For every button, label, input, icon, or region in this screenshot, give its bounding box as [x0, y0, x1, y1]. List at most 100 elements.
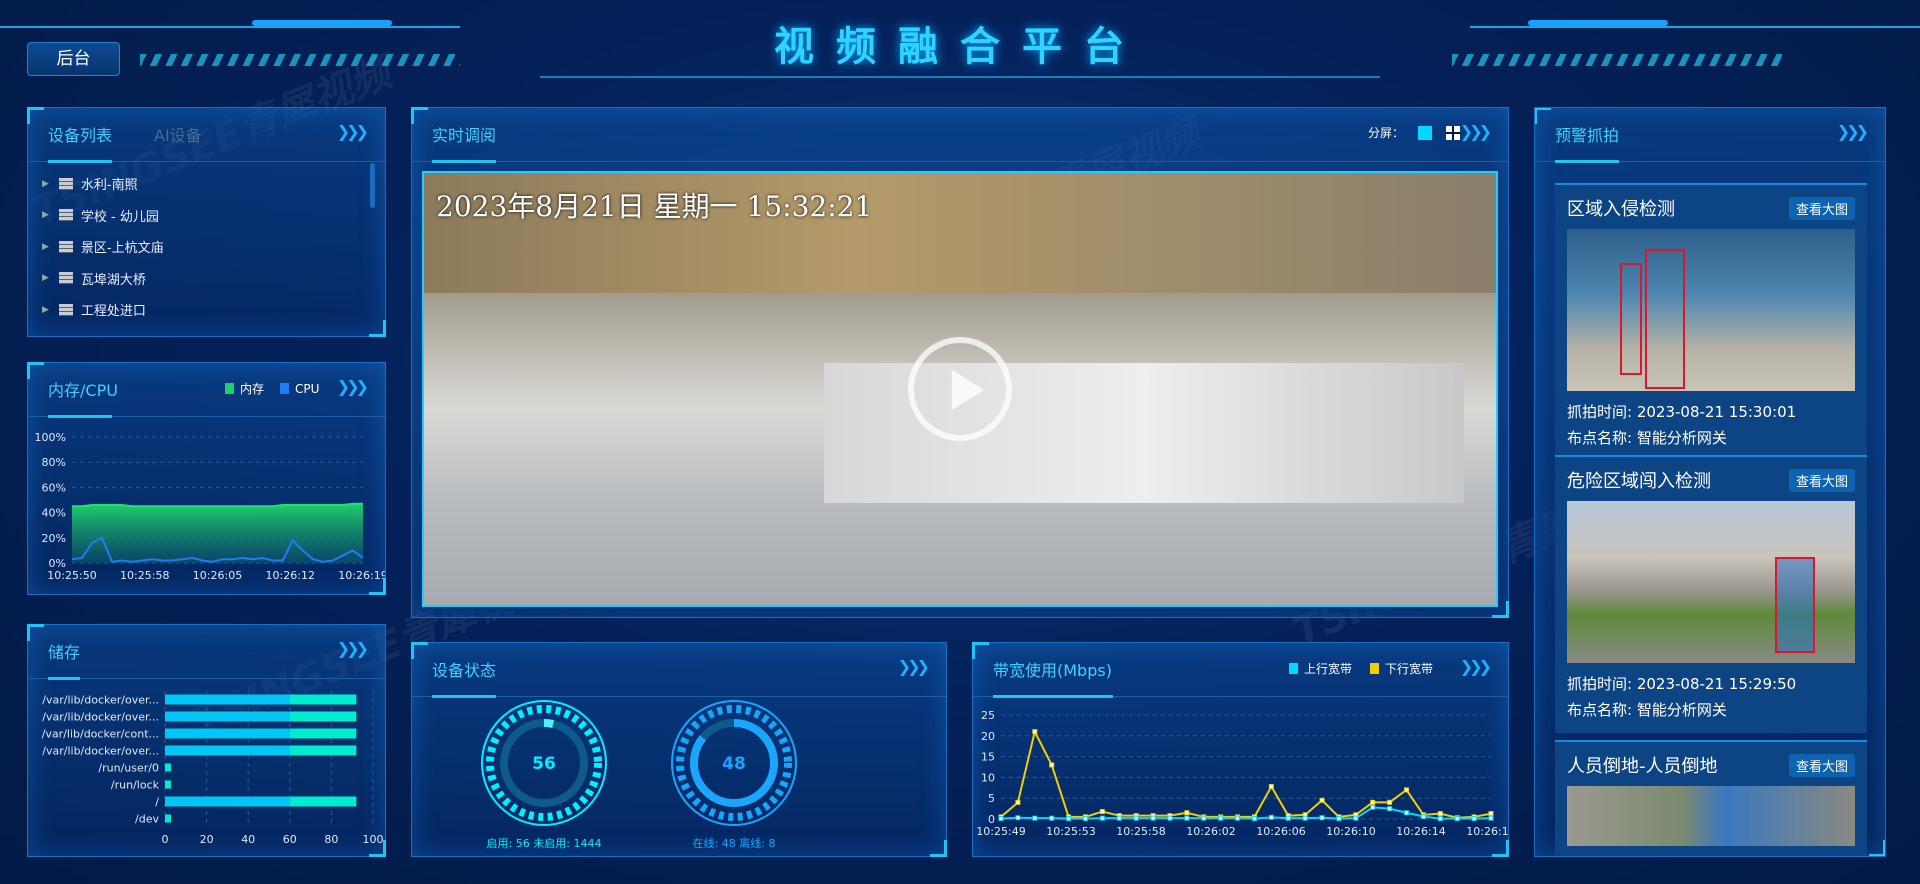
- y-tick-label: 15: [981, 751, 995, 764]
- expand-arrow-icon[interactable]: ▶: [42, 242, 49, 252]
- storage-bar: [165, 711, 290, 722]
- capture-time: 抓拍时间: 2023-08-21 15:29:50: [1567, 671, 1855, 697]
- panel-title: 设备状态: [432, 661, 497, 680]
- play-icon[interactable]: [908, 337, 1012, 441]
- chevron-right-icon: ❯❯❯: [1836, 122, 1869, 141]
- alert-snapshot[interactable]: [1567, 786, 1855, 846]
- legend-down: 下行宽带: [1385, 662, 1434, 676]
- gauge-value: 48: [722, 754, 746, 774]
- device-tree-item[interactable]: ▶ 工程处进口: [42, 294, 371, 326]
- capture-site-value: 智能分析网关: [1636, 429, 1727, 447]
- data-point: [998, 816, 1004, 822]
- live-view-panel: 实时调阅 分屏： ❯❯❯ 2023年8月21日 星期一 15:32:21: [411, 107, 1509, 618]
- x-tick-label: 10:25:58: [120, 569, 169, 582]
- tab-underline: [48, 160, 112, 163]
- memory-cpu-panel: 内存/CPU 内存 CPU ❯❯❯ 0% 20% 40% 60% 80% 100% 10:2…: [27, 362, 386, 595]
- single-screen-icon[interactable]: [1418, 125, 1432, 140]
- x-tick-label: 10:26:12: [266, 569, 315, 582]
- legend-up: 上行宽带: [1304, 662, 1353, 676]
- expand-arrow-icon[interactable]: ▶: [42, 210, 49, 220]
- alert-snapshot[interactable]: [1567, 229, 1855, 391]
- expand-arrow-icon[interactable]: ▶: [42, 273, 49, 283]
- y-tick-label: 60%: [42, 481, 66, 494]
- view-large-button[interactable]: 查看大图: [1788, 754, 1855, 777]
- server-icon: [58, 240, 73, 253]
- data-point: [1066, 816, 1072, 822]
- detection-box: [1775, 557, 1815, 653]
- panel-title: 预警抓拍: [1555, 126, 1620, 145]
- panel-title: 储存: [48, 643, 81, 662]
- storage-chart: 0 20 40 60 80 100/var/lib/docker/over... /var/…: [42, 691, 384, 846]
- video-player[interactable]: 2023年8月21日 星期一 15:32:21: [422, 171, 1498, 607]
- legend-memory: 内存: [240, 382, 265, 396]
- capture-time-value: 2023-08-21 15:30:01: [1636, 403, 1797, 421]
- legend: 内存 CPU: [225, 380, 319, 397]
- expand-arrow-icon[interactable]: ▶: [42, 305, 49, 315]
- expand-arrow-icon[interactable]: ▶: [42, 179, 49, 189]
- x-tick-label: 10:25:50: [47, 569, 96, 582]
- x-tick-label: 10:25:53: [1046, 825, 1095, 838]
- tab-ai-device[interactable]: AI设备: [154, 122, 202, 146]
- scrollbar[interactable]: [370, 163, 375, 208]
- device-status-panel: 设备状态 ❯❯❯ 56 启用: 56 未启用: 1444 48 在线: 48 离线: 8: [411, 642, 947, 857]
- data-point: [1268, 814, 1274, 820]
- storage-bar-segment: [289, 796, 357, 807]
- y-tick-label: 80%: [42, 456, 66, 469]
- y-tick-label: 10: [981, 771, 995, 784]
- tab-device-list[interactable]: 设备列表: [48, 122, 112, 146]
- gauge-value: 56: [532, 754, 556, 774]
- x-tick-label: 10:26:10: [1326, 825, 1375, 838]
- device-tree-item[interactable]: ▶ 水利-南照: [42, 168, 371, 200]
- alert-capture-panel: 预警抓拍 ❯❯❯ 区域入侵检测 查看大图 抓拍时间: 2023-08-21 15:…: [1534, 107, 1886, 857]
- x-tick-label: 20: [200, 833, 214, 846]
- legend-swatch-down: [1370, 663, 1380, 674]
- device-status-gauges: 56 启用: 56 未启用: 1444 48 在线: 48 离线: 8: [481, 700, 797, 850]
- data-point: [1049, 762, 1055, 768]
- y-tick-label: /var/lib/docker/over...: [42, 745, 159, 758]
- capture-site-value: 智能分析网关: [1636, 701, 1727, 719]
- chevron-right-icon: ❯❯❯: [1459, 657, 1492, 676]
- alert-snapshot[interactable]: [1567, 501, 1855, 663]
- x-tick-label: 100: [363, 833, 384, 846]
- data-point: [1099, 809, 1105, 815]
- device-tree-item[interactable]: ▶ 景区-上杭文庙: [42, 231, 371, 263]
- device-list-panel: 设备列表 AI设备 ❯❯❯ ▶ 水利-南照 ▶ 学校 - 幼儿园 ▶ 景区-上杭文庙 ▶ 瓦埠…: [27, 107, 386, 337]
- y-tick-label: /var/lib/docker/cont...: [42, 728, 159, 741]
- data-point: [1353, 815, 1359, 821]
- x-tick-label: 80: [324, 833, 338, 846]
- storage-bar-segment: [289, 745, 357, 756]
- server-icon: [58, 272, 73, 285]
- storage-bar: [165, 796, 290, 807]
- x-tick-label: 40: [241, 833, 255, 846]
- x-tick-label: 10:26:14: [1396, 825, 1445, 838]
- device-tree: ▶ 水利-南照 ▶ 学校 - 幼儿园 ▶ 景区-上杭文庙 ▶ 瓦埠湖大桥 ▶ 工程处进口: [42, 168, 371, 332]
- back-button[interactable]: 后台: [27, 42, 120, 76]
- data-point: [1404, 810, 1410, 816]
- storage-bar-segment: [289, 711, 357, 722]
- x-tick-label: 10:25:58: [1116, 825, 1165, 838]
- server-icon: [58, 177, 73, 190]
- four-screen-icon[interactable]: [1446, 125, 1460, 140]
- panel-title: 带宽使用(Mbps): [993, 661, 1112, 680]
- server-icon: [58, 209, 73, 222]
- alert-card: 区域入侵检测 查看大图 抓拍时间: 2023-08-21 15:30:01 布点…: [1555, 183, 1867, 461]
- data-point: [1437, 816, 1443, 822]
- data-point: [1218, 815, 1224, 821]
- title-underline: [48, 677, 80, 680]
- data-point: [1404, 787, 1410, 793]
- page-title: 视频融合平台: [774, 24, 1146, 70]
- detection-box: [1620, 263, 1642, 375]
- device-tree-item[interactable]: ▶ 学校 - 幼儿园: [42, 200, 371, 232]
- view-large-button[interactable]: 查看大图: [1788, 197, 1855, 220]
- view-large-button[interactable]: 查看大图: [1788, 469, 1855, 492]
- storage-bar-segment: [289, 728, 357, 739]
- y-tick-label: 100%: [35, 431, 66, 444]
- data-point: [1370, 799, 1376, 805]
- x-tick-label: 10:26:19: [338, 569, 385, 582]
- data-point: [1454, 816, 1460, 822]
- device-tree-item[interactable]: ▶ 瓦埠湖大桥: [42, 263, 371, 295]
- data-point: [1268, 784, 1274, 790]
- video-timestamp: 2023年8月21日 星期一 15:32:21: [436, 190, 873, 223]
- data-point: [1032, 729, 1038, 735]
- legend-swatch-up: [1289, 663, 1298, 674]
